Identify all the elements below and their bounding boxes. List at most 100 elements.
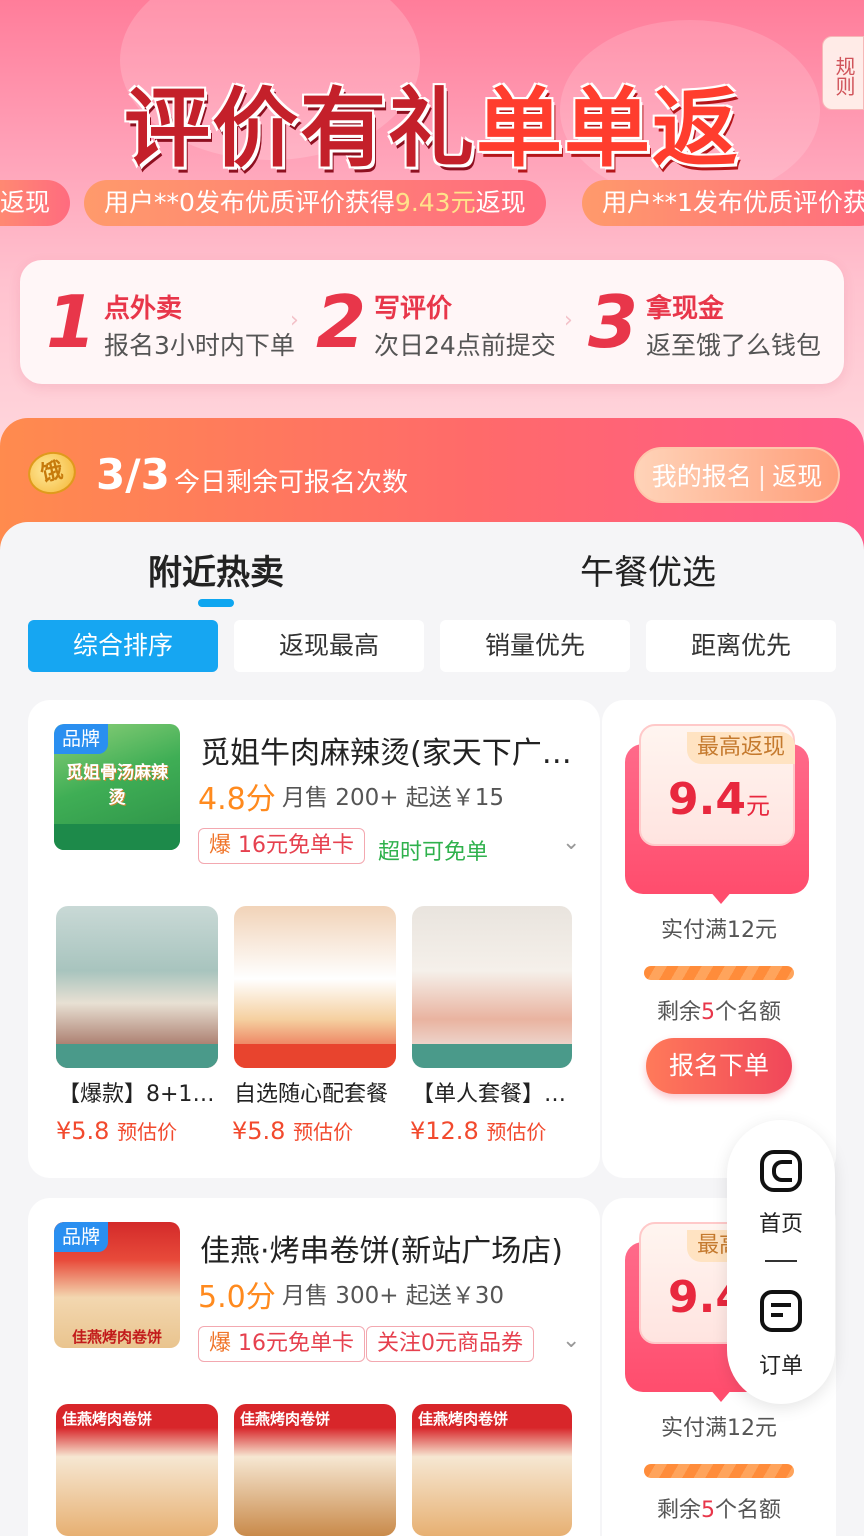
logo-footer: [54, 824, 180, 850]
nav-orders[interactable]: 订单: [727, 1264, 835, 1404]
orders-label: 订单: [758, 1354, 803, 1379]
rebate-unit: 元: [745, 792, 770, 820]
sort-distance[interactable]: 距离优先: [646, 620, 836, 672]
step-title: 写评价: [374, 294, 453, 324]
free-meal-card-badge: 爆 16元免单卡: [198, 828, 366, 864]
badge-text: 16元免单卡: [238, 1331, 355, 1356]
ticker-amount: 9.43元: [394, 188, 476, 217]
dish-name: 【单人套餐】经典: [412, 1082, 572, 1107]
remain-text: 个名额: [715, 1000, 782, 1025]
remaining-quota: 剩余5个名额: [602, 994, 836, 1026]
dish-image-footer: [56, 1044, 218, 1068]
price: ¥5.8: [56, 1117, 110, 1145]
shop-logo: 品牌 觅姐骨汤麻辣烫: [54, 724, 180, 850]
orders-icon: [760, 1290, 802, 1332]
spend-condition: 实付满12元: [661, 918, 777, 943]
rebate-amount: 9.4元: [641, 774, 797, 825]
divider: |: [757, 462, 767, 491]
dish-image-footer: [234, 1044, 396, 1068]
follow-coupon-badge: 关注0元商品券: [366, 1326, 534, 1362]
hot-label: 爆: [209, 833, 232, 858]
ticker-pill: 用户**0发布优质评价获得9.43元返现: [84, 180, 546, 226]
dish-price: ¥5.8 预估价: [56, 1116, 177, 1145]
chevron-down-icon[interactable]: ⌄: [562, 830, 580, 855]
step-desc: 次日24点前提交: [374, 331, 556, 360]
divider: [765, 1260, 797, 1262]
cashback-label: 返现: [772, 462, 823, 491]
sort-overall[interactable]: 综合排序: [28, 620, 218, 672]
shop-name[interactable]: 佳燕·烤串卷饼(新站广场店): [200, 1226, 572, 1270]
my-signup-label: 我的报名: [651, 462, 752, 491]
ticker-text: 用户**1发布优质评价获: [602, 188, 864, 217]
tab-nearby-hot[interactable]: 附近热卖: [148, 545, 284, 594]
quota-progress-bar: [644, 1464, 794, 1478]
spend-condition: 实付满12元: [661, 1416, 777, 1441]
ticker-text: 用户**0发布优质评价获得: [104, 188, 395, 217]
home-icon-mark: [772, 1160, 792, 1182]
dish-image-footer: [412, 1044, 572, 1068]
step-number: 3: [588, 280, 639, 364]
dish-image[interactable]: [412, 906, 572, 1068]
ticker-text: 返现: [475, 188, 526, 217]
shop-meta: 月售 200+ 起送￥15: [282, 785, 505, 811]
chevron-right-icon: ›: [290, 308, 299, 333]
free-meal-card-badge: 爆 16元免单卡: [198, 1326, 366, 1362]
remain-text: 个名额: [715, 1498, 782, 1523]
dish-image[interactable]: 佳燕烤肉卷饼: [412, 1404, 572, 1536]
my-signup-button[interactable]: 我的报名 | 返现: [634, 447, 840, 503]
shop-logo: 品牌 佳燕烤肉卷饼: [54, 1222, 180, 1348]
remain-text: 剩余: [656, 1498, 701, 1523]
rebate-value: 9.4: [668, 774, 746, 825]
logo-text: 觅姐骨汤麻辣烫: [66, 763, 168, 808]
nav-home[interactable]: 首页: [727, 1120, 835, 1260]
home-icon: [760, 1150, 802, 1192]
envelope-tail: [709, 890, 733, 904]
dish-image[interactable]: 佳燕烤肉卷饼: [56, 1404, 218, 1536]
rebate-ticker: 返现 用户**0发布优质评价获得9.43元返现 用户**1发布优质评价获: [0, 180, 864, 226]
dish-image[interactable]: [56, 906, 218, 1068]
tab-indicator: [198, 599, 234, 607]
signup-order-button[interactable]: 报名下单: [646, 1038, 792, 1094]
sort-sales[interactable]: 销量优先: [440, 620, 630, 672]
price: ¥12.8: [410, 1117, 479, 1145]
step-desc: 报名3小时内下单: [104, 331, 295, 360]
step-title: 拿现金: [646, 294, 725, 324]
dish-name: 【爆款】8+1双人套餐: [58, 1082, 216, 1107]
remain-number: 5: [701, 1498, 715, 1523]
brand-tag: 品牌: [54, 1222, 109, 1252]
shop-name[interactable]: 觅姐牛肉麻辣烫(家天下广场店): [200, 728, 572, 772]
brand-tag: 品牌: [54, 724, 109, 754]
sort-highest-cashback[interactable]: 返现最高: [234, 620, 424, 672]
dish-name: 自选随心配套餐: [234, 1082, 389, 1107]
dish-image[interactable]: [234, 906, 396, 1068]
shop-meta: 月售 300+ 起送￥30: [282, 1283, 505, 1309]
step-number: 1: [46, 280, 97, 364]
hot-label: 爆: [209, 1331, 232, 1356]
price-note: 预估价: [117, 1120, 178, 1144]
dish-price: ¥12.8 预估价: [410, 1116, 546, 1145]
remaining-count: 3/3: [96, 450, 170, 499]
max-rebate-label: 最高返现: [686, 732, 795, 764]
step-number: 2: [316, 280, 367, 364]
quota-progress-bar: [644, 966, 794, 980]
chevron-down-icon[interactable]: ⌄: [562, 1328, 580, 1353]
remain-text: 剩余: [656, 1000, 701, 1025]
shop-score: 5.0分: [198, 1280, 276, 1315]
ticker-pill: 用户**1发布优质评价获: [582, 180, 864, 226]
badge-text: 16元免单卡: [238, 833, 355, 858]
hero-title-part1: 评价有礼: [124, 79, 476, 179]
step-title: 点外卖: [104, 294, 183, 324]
rebate-envelope: 最高返现 9.4元: [625, 724, 809, 904]
remain-number: 5: [701, 1000, 715, 1025]
price: ¥5.8: [232, 1117, 286, 1145]
logo-text: 佳燕烤肉卷饼: [71, 1328, 162, 1346]
remaining-quota: 剩余5个名额: [602, 1492, 836, 1524]
dish-price: ¥5.8 预估价: [232, 1116, 353, 1145]
orders-icon-line: [771, 1303, 791, 1307]
orders-icon-line: [771, 1313, 783, 1317]
dish-image[interactable]: 佳燕烤肉卷饼: [234, 1404, 396, 1536]
steps-card: 1 点外卖 报名3小时内下单 › 2 写评价 次日24点前提交 › 3 拿现金 …: [20, 260, 844, 384]
hero-title: 评价有礼单单返: [0, 58, 864, 183]
tab-lunch-picks[interactable]: 午餐优选: [580, 545, 716, 594]
home-label: 首页: [758, 1212, 803, 1237]
